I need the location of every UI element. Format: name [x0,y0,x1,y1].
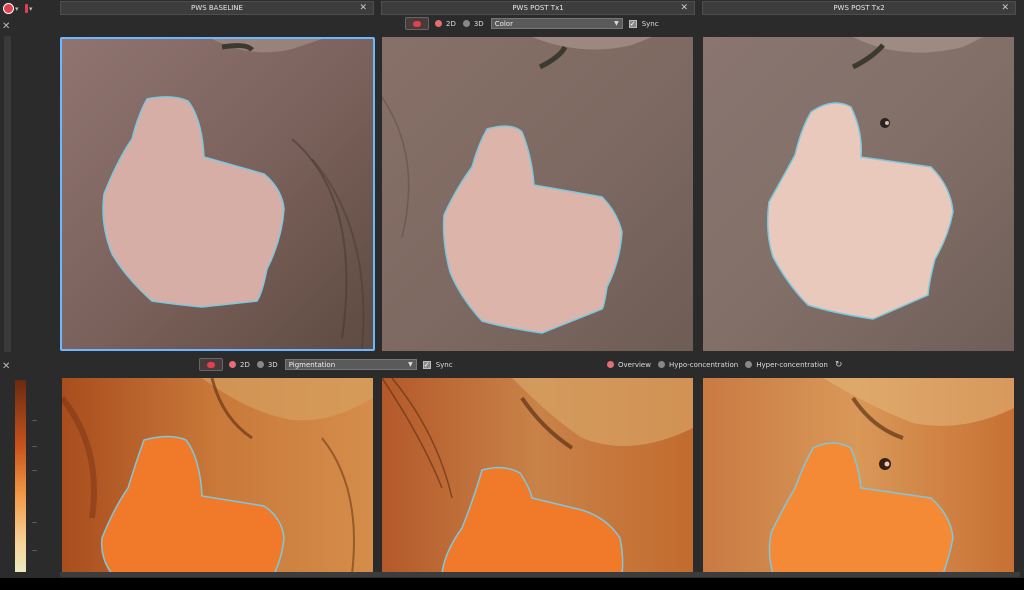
tab-label: PWS BASELINE [191,4,243,12]
close-icon[interactable]: ✕ [1001,3,1009,14]
view-mode-button[interactable] [199,358,223,371]
tab-pws-post-tx2[interactable]: PWS POST Tx2 ✕ [702,1,1016,15]
alert-tool-button[interactable]: ▾ [25,2,33,15]
overview-label: Overview [618,360,651,369]
sync-label: Sync [641,19,659,28]
sync-checkbox[interactable]: ✓ [422,360,431,369]
analysis-select-value: Pigmentation [288,360,336,369]
tab-pws-post-tx1[interactable]: PWS POST Tx1 ✕ [381,1,695,15]
close-icon[interactable]: ✕ [2,22,10,32]
radio-2d[interactable] [229,361,236,368]
image-panel-baseline-color[interactable] [60,37,375,351]
radio-3d-label: 3D [267,360,278,369]
close-icon[interactable]: ✕ [359,3,367,14]
alert-icon [25,4,28,13]
camera-icon [207,361,215,368]
image-panel-baseline-pigmentation[interactable] [62,378,373,574]
app-window: ▾ ▾ PWS BASELINE ✕ PWS POST Tx1 ✕ PWS PO… [0,0,1024,578]
mode-select-value: Color [494,19,513,28]
close-icon[interactable]: ✕ [2,362,10,372]
radio-2d[interactable] [435,20,442,27]
image-panel-tx2-pigmentation[interactable] [703,378,1014,574]
hypo-concentration-label: Hypo-concentration [668,360,739,369]
analysis-select[interactable]: Pigmentation ▼ [284,359,417,370]
radio-2d-label: 2D [446,19,456,28]
skin-image [703,37,1014,351]
chevron-down-icon: ▼ [614,20,619,27]
pigmentation-image [703,378,1014,574]
pigmentation-image [382,378,693,574]
tab-pws-baseline[interactable]: PWS BASELINE ✕ [60,1,374,15]
sync-label: Sync [435,360,453,369]
view-mode-button[interactable] [405,17,429,30]
radio-3d[interactable] [256,361,264,368]
concentration-options: Overview Hypo-concentration Hyper-concen… [607,358,842,371]
image-panel-tx1-pigmentation[interactable] [382,378,693,574]
radio-3d-label: 3D [473,19,484,28]
bottom-view-toolbar: 2D 3D Pigmentation ▼ ✓ Sync [199,358,453,371]
capture-icon [3,3,14,14]
tab-label: PWS POST Tx2 [833,4,885,12]
horizontal-scrollbar[interactable] [60,572,1020,577]
tab-label: PWS POST Tx1 [512,4,564,12]
chevron-down-icon: ▾ [15,4,19,13]
camera-icon [413,20,421,27]
hyper-concentration-radio[interactable] [745,361,753,368]
scale-tick: — [32,444,37,450]
image-panel-tx2-color[interactable] [703,37,1014,351]
mode-select[interactable]: Color ▼ [490,18,623,29]
skin-image [62,39,373,349]
overview-radio[interactable] [607,361,614,368]
radio-3d[interactable] [462,20,470,27]
hyper-concentration-label: Hyper-concentration [756,360,828,369]
side-panel-handle[interactable] [4,36,11,352]
scale-tick: — [32,548,37,554]
pigmentation-image [62,378,373,574]
scale-tick: — [32,418,37,424]
chevron-down-icon: ▼ [408,361,413,368]
chevron-down-icon: ▾ [29,4,33,13]
scale-tick: — [32,520,37,526]
hypo-concentration-radio[interactable] [657,361,665,368]
bottom-bar [0,578,1024,590]
scale-tick: — [32,468,37,474]
radio-2d-label: 2D [240,360,250,369]
image-panel-tx1-color[interactable] [382,37,693,351]
top-view-toolbar: 2D 3D Color ▼ ✓ Sync [405,17,659,30]
skin-image [382,37,693,351]
sync-checkbox[interactable]: ✓ [628,19,637,28]
refresh-icon[interactable]: ↻ [835,360,843,370]
color-scale-bar [15,380,26,572]
capture-tool-button[interactable]: ▾ [3,2,19,15]
close-icon[interactable]: ✕ [680,3,688,14]
